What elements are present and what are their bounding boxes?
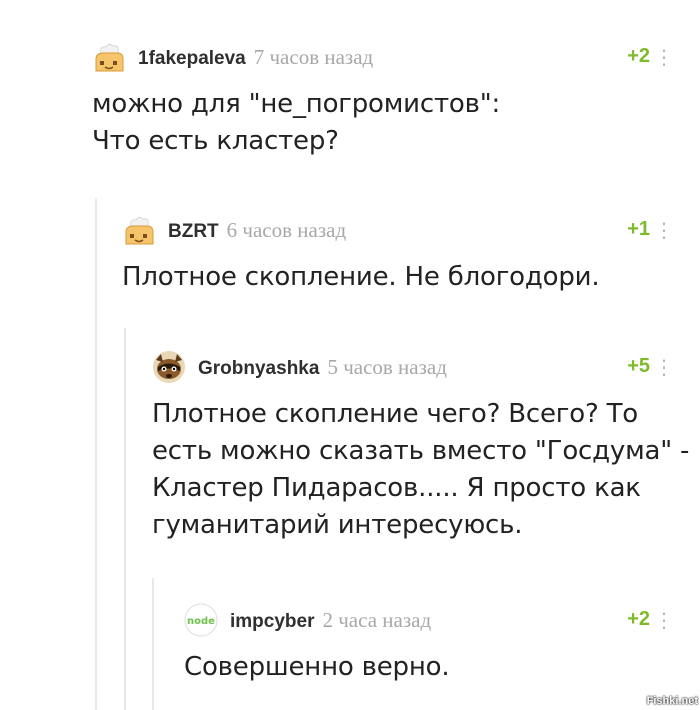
comment-text: Совершенно верно. xyxy=(184,649,674,686)
comment-text-line: можно для "не_погромистов": xyxy=(92,89,501,119)
author-name[interactable]: 1fakepaleva xyxy=(138,48,246,69)
comment-bzrt: BZRT 6 часов назад +1 ⋮ Плотное скопление… xyxy=(122,213,674,296)
more-menu-icon[interactable]: ⋮ xyxy=(654,45,674,69)
comment-time: 7 часов назад xyxy=(253,45,374,69)
rating-value[interactable]: +2 xyxy=(627,608,650,631)
comment-meta: impcyber 2 часа назад xyxy=(230,608,431,633)
comment-grobnyashka: Grobnyashka 5 часов назад +5 ⋮ Плотное ск… xyxy=(152,350,690,544)
comment-impcyber: node impcyber 2 часа назад +2 ⋮ Совершенн… xyxy=(184,603,674,686)
thread-line-2 xyxy=(124,328,126,710)
comment-header: BZRT 6 часов назад +1 ⋮ xyxy=(122,213,674,247)
comment-1fakepaleva: 1fakepaleva 7 часов назад +2 ⋮ можно для … xyxy=(92,40,674,160)
comment-meta: 1fakepaleva 7 часов назад xyxy=(138,45,373,70)
comment-header: 1fakepaleva 7 часов назад +2 ⋮ xyxy=(92,40,674,74)
raccoon-icon[interactable] xyxy=(152,350,186,384)
comment-header: node impcyber 2 часа назад +2 ⋮ xyxy=(184,603,674,637)
rating-value[interactable]: +5 xyxy=(627,355,650,378)
comment-meta: Grobnyashka 5 часов назад xyxy=(198,355,447,380)
author-name[interactable]: Grobnyashka xyxy=(198,358,319,379)
comment-text-line: Совершенно верно. xyxy=(184,652,450,682)
thread-line-3 xyxy=(152,578,154,710)
comment-meta: BZRT 6 часов назад xyxy=(168,218,346,243)
comment-time: 6 часов назад xyxy=(226,218,347,242)
watermark: Fishki.net xyxy=(646,695,698,707)
rating-value[interactable]: +2 xyxy=(627,45,650,68)
comment-header: Grobnyashka 5 часов назад +5 ⋮ xyxy=(152,350,674,384)
comment-text-line: гуманитарий интересуюсь. xyxy=(152,510,523,540)
comment-text-line: Плотное скопление. Не блогодори. xyxy=(122,262,600,292)
thread-line-1 xyxy=(95,198,97,710)
more-menu-icon[interactable]: ⋮ xyxy=(654,355,674,379)
comment-text-line: есть можно сказать вместо "Госдума" - xyxy=(152,436,690,466)
comment-text-line: Плотное скопление чего? Всего? То xyxy=(152,399,639,429)
comment-time: 2 часа назад xyxy=(322,608,432,632)
nodejs-icon[interactable]: node xyxy=(184,603,218,637)
comment-text-line: Кластер Пидарасов..... Я просто как xyxy=(152,473,641,503)
author-name[interactable]: impcyber xyxy=(230,611,314,632)
rating-value[interactable]: +1 xyxy=(627,218,650,241)
comment-text: Плотное скопление. Не блогодори. xyxy=(122,259,674,296)
more-menu-icon[interactable]: ⋮ xyxy=(654,608,674,632)
more-menu-icon[interactable]: ⋮ xyxy=(654,218,674,242)
comment-text: можно для "не_погромистов": Что есть кла… xyxy=(92,86,674,160)
author-name[interactable]: BZRT xyxy=(168,221,219,242)
comment-time: 5 часов назад xyxy=(327,355,447,379)
nodejs-logo-text: node xyxy=(187,616,215,627)
comment-text: Плотное скопление чего? Всего? То есть м… xyxy=(152,396,690,544)
bread-chef-icon[interactable] xyxy=(122,213,156,247)
comment-text-line: Что есть кластер? xyxy=(92,126,339,156)
bread-chef-icon[interactable] xyxy=(92,40,126,74)
